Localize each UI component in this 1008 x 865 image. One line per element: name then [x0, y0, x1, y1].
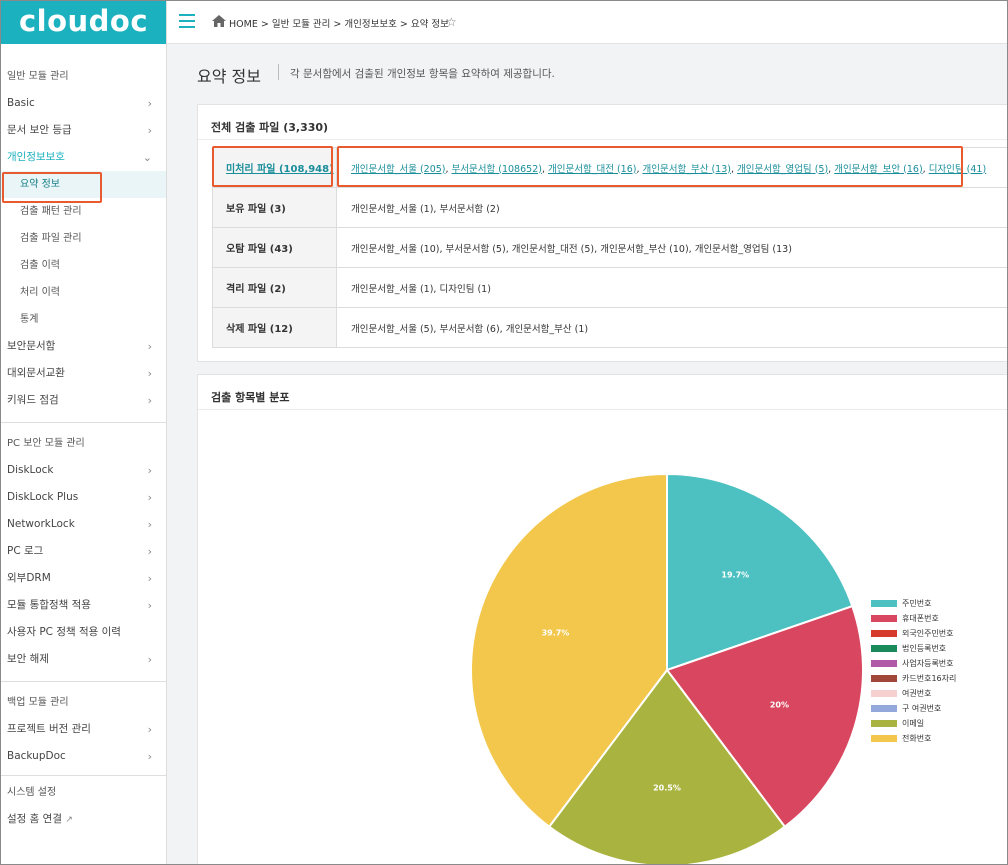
legend-label: 주민번호: [902, 599, 932, 608]
legend-swatch: [871, 690, 897, 697]
pie-slice-label: 19.7%: [721, 570, 749, 579]
legend-swatch: [871, 630, 897, 637]
legend-swatch: [871, 645, 897, 652]
legend-label: 사업자등록번호: [902, 659, 954, 668]
legend-label: 외국인주민번호: [902, 629, 954, 638]
legend-swatch: [871, 660, 897, 667]
legend-item[interactable]: 사업자등록번호: [871, 658, 956, 673]
highlight-box: [212, 146, 333, 187]
legend-item[interactable]: 외국인주민번호: [871, 628, 956, 643]
legend-item[interactable]: 전화번호: [871, 733, 956, 748]
legend-label: 전화번호: [902, 734, 932, 743]
legend-item[interactable]: 여권번호: [871, 688, 956, 703]
legend-swatch: [871, 675, 897, 682]
legend-item[interactable]: 카드번호16자리: [871, 673, 956, 688]
pie-slice-label: 39.7%: [542, 629, 570, 638]
app-window: cloudoc 일반 모듈 관리 Basic › 문서 보안 등급 › 개인정보보호…: [0, 0, 1008, 865]
legend-label: 구 여권번호: [902, 704, 942, 713]
legend-item[interactable]: 법인등록번호: [871, 643, 956, 658]
legend-swatch: [871, 705, 897, 712]
legend-swatch: [871, 615, 897, 622]
pie-chart: 19.7% 20% 20.5% 39.7%: [470, 472, 864, 864]
pie-slice-label: 20%: [770, 700, 789, 709]
pie-slice-label: 20.5%: [653, 784, 681, 793]
legend-label: 휴대폰번호: [902, 614, 939, 623]
legend-label: 이메일: [902, 719, 925, 728]
highlight-box: [337, 146, 963, 187]
legend-label: 카드번호16자리: [902, 674, 957, 683]
legend-label: 법인등록번호: [902, 644, 947, 653]
legend-item[interactable]: 주민번호: [871, 598, 956, 613]
legend-item[interactable]: 이메일: [871, 718, 956, 733]
legend-swatch: [871, 720, 897, 727]
legend-label: 여권번호: [902, 689, 932, 698]
legend-swatch: [871, 735, 897, 742]
chart-legend: 주민번호휴대폰번호외국인주민번호법인등록번호사업자등록번호카드번호16자리여권번…: [871, 598, 956, 748]
legend-item[interactable]: 휴대폰번호: [871, 613, 956, 628]
highlight-box: [2, 172, 102, 203]
legend-swatch: [871, 600, 897, 607]
legend-item[interactable]: 구 여권번호: [871, 703, 956, 718]
